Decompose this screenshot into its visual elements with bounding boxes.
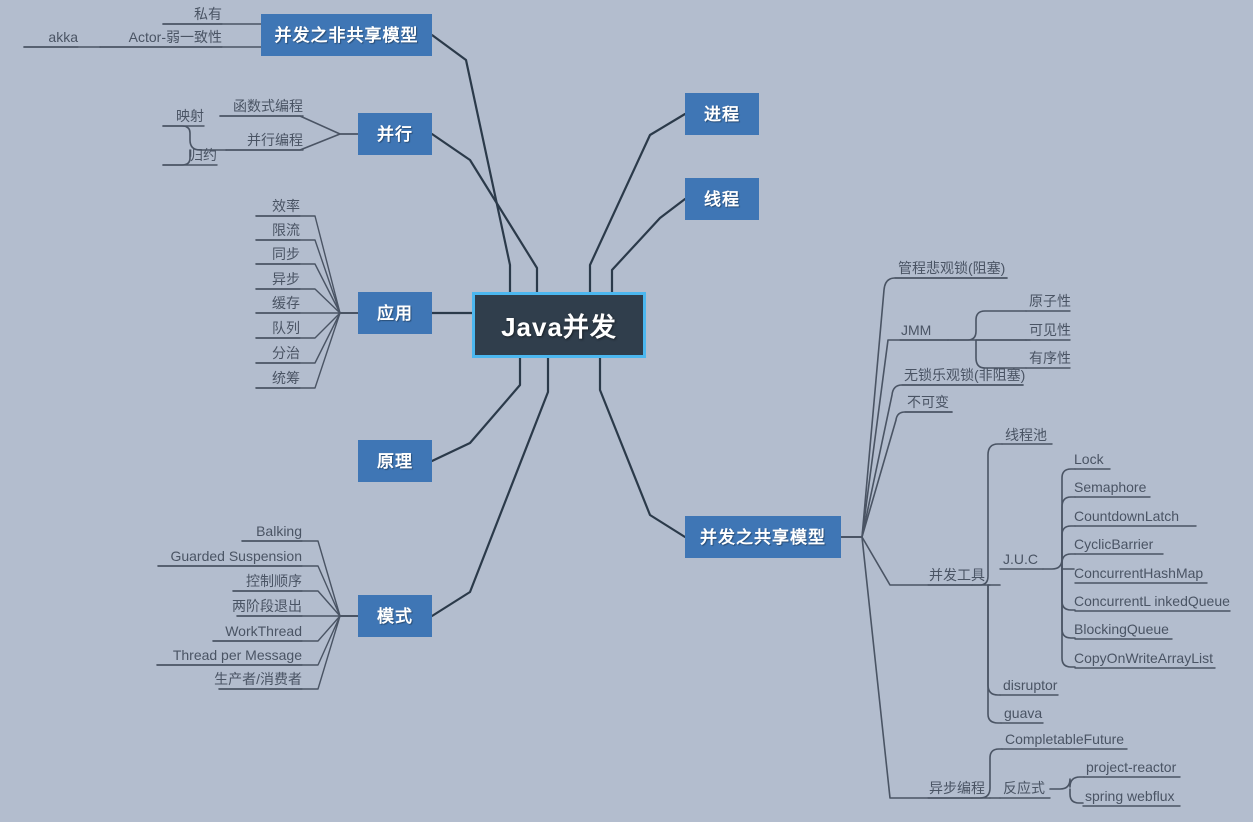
leaf-cache[interactable]: 缓存 <box>240 295 300 311</box>
leaf-akka[interactable]: akka <box>20 29 78 45</box>
leaf-reactive[interactable]: 反应式 <box>1003 780 1083 796</box>
leaf-control-order[interactable]: 控制顺序 <box>180 573 302 589</box>
leaf-monitor-pessimistic-lock[interactable]: 管程悲观锁(阻塞) <box>898 260 1058 276</box>
leaf-lock-free-optimistic[interactable]: 无锁乐观锁(非阻塞) <box>904 367 1064 383</box>
leaf-actor-weak-consistency[interactable]: Actor-弱一致性 <box>60 29 222 45</box>
mindmap-canvas: Java并发 并发之非共享模型 并行 应用 原理 模式 进程 线程 并发之共享模… <box>0 0 1253 822</box>
topic-shared-model[interactable]: 并发之共享模型 <box>685 516 841 558</box>
topic-non-shared-model[interactable]: 并发之非共享模型 <box>261 14 432 56</box>
leaf-parallel-programming[interactable]: 并行编程 <box>190 132 303 148</box>
leaf-two-phase-termination[interactable]: 两阶段退出 <box>180 598 302 614</box>
topic-parallel[interactable]: 并行 <box>358 113 432 155</box>
leaf-balking[interactable]: Balking <box>180 523 302 539</box>
leaf-reduce[interactable]: 归约 <box>150 147 217 163</box>
leaf-queue[interactable]: 队列 <box>240 320 300 336</box>
leaf-disruptor[interactable]: disruptor <box>1003 677 1093 693</box>
topic-principle[interactable]: 原理 <box>358 440 432 482</box>
topic-process[interactable]: 进程 <box>685 93 759 135</box>
leaf-concurrency-tools[interactable]: 并发工具 <box>929 567 1009 583</box>
topic-pattern[interactable]: 模式 <box>358 595 432 637</box>
leaf-jmm[interactable]: JMM <box>901 322 961 338</box>
leaf-juc[interactable]: J.U.C <box>1003 551 1063 567</box>
leaf-thread-pool[interactable]: 线程池 <box>1005 427 1085 443</box>
leaf-thread-per-message[interactable]: Thread per Message <box>130 647 302 663</box>
leaf-mapping[interactable]: 映射 <box>150 108 204 124</box>
leaf-completable-future[interactable]: CompletableFuture <box>1005 731 1165 747</box>
leaf-coordination[interactable]: 统筹 <box>240 370 300 386</box>
leaf-blocking-queue[interactable]: BlockingQueue <box>1074 621 1249 637</box>
leaf-copy-on-write-arraylist[interactable]: CopyOnWriteArrayList <box>1074 650 1249 666</box>
leaf-sync[interactable]: 同步 <box>240 246 300 262</box>
leaf-functional-programming[interactable]: 函数式编程 <box>190 98 303 114</box>
leaf-work-thread[interactable]: WorkThread <box>180 623 302 639</box>
leaf-project-reactor[interactable]: project-reactor <box>1086 759 1236 775</box>
leaf-lock[interactable]: Lock <box>1074 451 1249 467</box>
leaf-rate-limit[interactable]: 限流 <box>240 222 300 238</box>
leaf-guarded-suspension[interactable]: Guarded Suspension <box>130 548 302 564</box>
leaf-private[interactable]: 私有 <box>103 6 222 22</box>
leaf-divide-conquer[interactable]: 分治 <box>240 345 300 361</box>
leaf-spring-webflux[interactable]: spring webflux <box>1085 788 1235 804</box>
leaf-guava[interactable]: guava <box>1004 705 1094 721</box>
root-node-java-concurrency[interactable]: Java并发 <box>472 292 646 358</box>
leaf-atomicity[interactable]: 原子性 <box>1029 293 1099 309</box>
leaf-immutable[interactable]: 不可变 <box>907 394 987 410</box>
topic-application[interactable]: 应用 <box>358 292 432 334</box>
leaf-cyclic-barrier[interactable]: CyclicBarrier <box>1074 536 1249 552</box>
leaf-concurrent-linked-queue[interactable]: ConcurrentL inkedQueue <box>1074 593 1249 609</box>
leaf-async[interactable]: 异步 <box>240 271 300 287</box>
leaf-async-programming[interactable]: 异步编程 <box>929 780 1009 796</box>
leaf-visibility[interactable]: 可见性 <box>1029 322 1099 338</box>
leaf-semaphore[interactable]: Semaphore <box>1074 479 1249 495</box>
leaf-concurrent-hashmap[interactable]: ConcurrentHashMap <box>1074 565 1249 581</box>
leaf-ordering[interactable]: 有序性 <box>1029 350 1099 366</box>
leaf-producer-consumer[interactable]: 生产者/消费者 <box>180 671 302 687</box>
topic-thread[interactable]: 线程 <box>685 178 759 220</box>
leaf-countdown-latch[interactable]: CountdownLatch <box>1074 508 1249 524</box>
leaf-efficiency[interactable]: 效率 <box>240 198 300 214</box>
